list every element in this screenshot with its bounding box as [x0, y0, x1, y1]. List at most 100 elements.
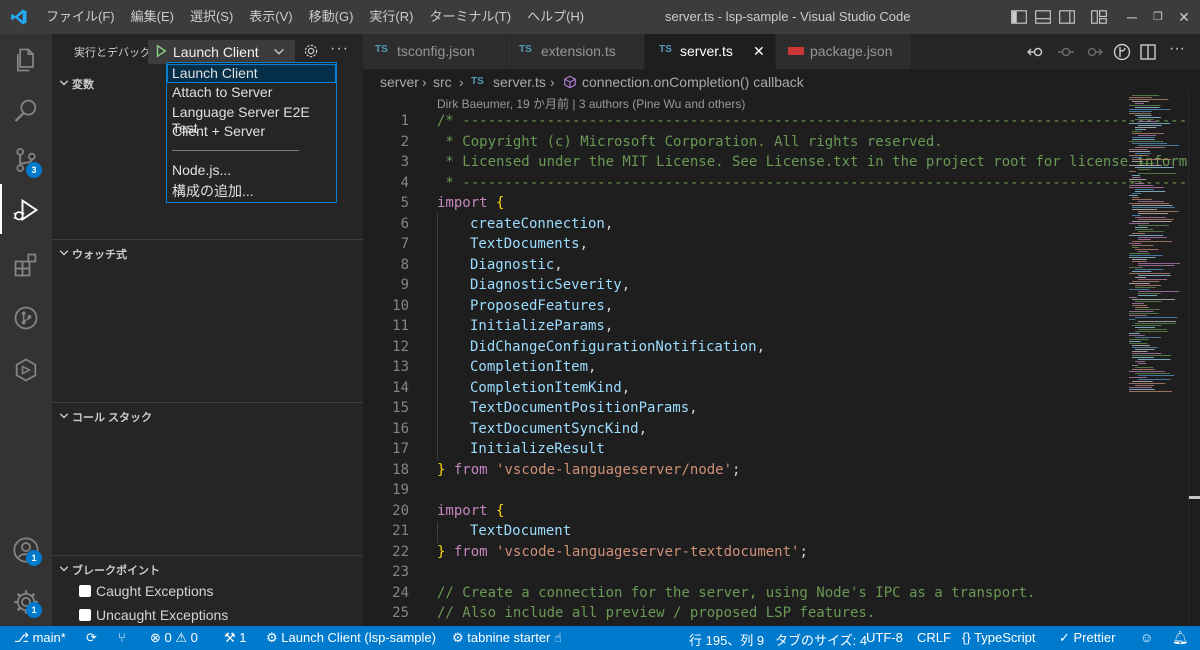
- chevron-down-icon: [59, 566, 69, 572]
- line-number: 1: [400, 113, 409, 129]
- menu-go[interactable]: 移動(G): [301, 0, 362, 34]
- explorer-button[interactable]: [0, 34, 52, 84]
- sync-icon[interactable]: ⟳: [86, 630, 97, 646]
- go-forward-change-icon[interactable]: [1084, 42, 1104, 62]
- git-graph-button[interactable]: [0, 292, 52, 342]
- menu-terminal[interactable]: ターミナル(T): [421, 0, 519, 34]
- more-actions-icon[interactable]: ···: [330, 40, 349, 58]
- gear-icon[interactable]: [302, 42, 320, 60]
- close-window-button[interactable]: ✕: [1164, 0, 1200, 34]
- customize-layout-icon[interactable]: [1090, 8, 1108, 26]
- accounts-button[interactable]: 1: [0, 524, 52, 574]
- tab-package[interactable]: package.json: [776, 34, 912, 69]
- code-line: * --------------------------------------…: [437, 175, 1200, 191]
- language-mode[interactable]: {} TypeScript: [962, 630, 1035, 645]
- run-debug-button[interactable]: [0, 184, 52, 234]
- menu-run[interactable]: 実行(R): [361, 0, 421, 34]
- menu-file[interactable]: ファイル(F): [38, 0, 123, 34]
- line-number: 5: [400, 195, 409, 211]
- ports-item[interactable]: ⚒ 1: [224, 630, 247, 646]
- encoding[interactable]: UTF-8: [866, 630, 903, 645]
- debug-view-title: 実行とデバッグ: [74, 47, 151, 59]
- config-option-client-server[interactable]: Client + Server: [167, 122, 336, 141]
- line-number: 10: [392, 298, 409, 314]
- breadcrumb-item[interactable]: src: [433, 74, 452, 90]
- code-line: CompletionItem,: [470, 359, 597, 375]
- tab-tsconfig[interactable]: TS tsconfig.json: [363, 34, 507, 69]
- code-line: import {: [437, 195, 505, 211]
- tab-label: extension.ts: [541, 43, 616, 59]
- open-changes-icon[interactable]: [1056, 42, 1076, 62]
- breadcrumb-item[interactable]: connection.onCompletion() callback: [582, 74, 804, 90]
- debug-status-item[interactable]: ⚙ Launch Client (lsp-sample): [266, 630, 436, 646]
- menu-edit[interactable]: 編集(E): [123, 0, 182, 34]
- code-editor[interactable]: 1 2 3 4 5 6 7 8 9 10 11 12 13 14 15 16 1…: [363, 110, 1200, 626]
- uncaught-exceptions-label: Uncaught Exceptions: [96, 607, 229, 623]
- debug-config-dropdown: Launch Client Attach to Server Language …: [166, 62, 337, 203]
- source-control-button[interactable]: 3: [0, 134, 52, 184]
- extensions-icon: [14, 253, 37, 277]
- line-number: 3: [400, 154, 409, 170]
- cube-icon: [15, 358, 37, 382]
- line-number: 19: [392, 482, 409, 498]
- breakpoints-section-header[interactable]: ブレークポイント: [52, 558, 363, 580]
- git-lens-icon[interactable]: [1112, 42, 1132, 62]
- problems-item[interactable]: ⊗ 0 ⚠ 0: [150, 630, 198, 646]
- config-option-attach-server[interactable]: Attach to Server: [167, 83, 336, 102]
- breadcrumb-item[interactable]: server: [380, 74, 419, 90]
- toggle-secondary-sidebar-icon[interactable]: [1058, 8, 1076, 26]
- watch-section-header[interactable]: ウォッチ式: [52, 242, 363, 264]
- manage-button[interactable]: 1: [0, 576, 52, 626]
- config-option-nodejs[interactable]: Node.js...: [167, 161, 336, 180]
- scrollbar-thumb[interactable]: [1189, 496, 1200, 499]
- caught-exceptions-checkbox[interactable]: [79, 585, 91, 597]
- line-number: 2: [400, 134, 409, 150]
- go-back-change-icon[interactable]: [1026, 42, 1046, 62]
- menu-view[interactable]: 表示(V): [241, 0, 300, 34]
- search-button[interactable]: [0, 84, 52, 134]
- cursor-position[interactable]: 行 195、列 9: [689, 630, 764, 649]
- typescript-icon: TS: [659, 44, 672, 55]
- npm-icon: [788, 47, 804, 55]
- prettier-item[interactable]: ✓ Prettier: [1059, 630, 1115, 646]
- tab-server[interactable]: TS server.ts ✕: [645, 34, 776, 69]
- uncaught-exceptions-checkbox[interactable]: [79, 609, 91, 621]
- split-editor-icon[interactable]: [1138, 42, 1158, 62]
- vertical-scrollbar[interactable]: [1188, 93, 1200, 626]
- config-option-launch-client[interactable]: Launch Client: [167, 64, 336, 83]
- debug-config-select[interactable]: Launch Client: [148, 40, 295, 64]
- config-option-e2e-test[interactable]: Language Server E2E Test: [167, 103, 336, 136]
- line-number: 23: [392, 564, 409, 580]
- start-debugging-icon[interactable]: [154, 44, 168, 58]
- menu-bar: ファイル(F) 編集(E) 選択(S) 表示(V) 移動(G) 実行(R) ター…: [38, 0, 592, 34]
- code-line: InitializeResult: [470, 441, 605, 457]
- tab-extension[interactable]: TS extension.ts: [507, 34, 645, 69]
- line-ending[interactable]: CRLF: [917, 630, 951, 645]
- menu-help[interactable]: ヘルプ(H): [519, 0, 592, 34]
- feedback-icon[interactable]: ☺: [1140, 630, 1153, 645]
- line-number: 11: [392, 318, 409, 334]
- code-line: * Licensed under the MIT License. See Li…: [437, 154, 1200, 170]
- more-actions-icon[interactable]: ···: [1169, 40, 1185, 58]
- notifications-bell-icon[interactable]: 🔔︎: [1172, 630, 1189, 646]
- git-graph-status-icon[interactable]: ⑂: [118, 630, 126, 645]
- extensions-button[interactable]: [0, 239, 52, 289]
- close-tab-icon[interactable]: ✕: [753, 43, 765, 60]
- code-line: createConnection,: [470, 216, 614, 232]
- tabnine-item[interactable]: ⚙ tabnine starter ☝: [452, 630, 562, 646]
- code-line: * Copyright (c) Microsoft Corporation. A…: [437, 134, 943, 150]
- chevron-down-icon: [59, 413, 69, 419]
- minimap[interactable]: [1123, 93, 1188, 626]
- toggle-primary-sidebar-icon[interactable]: [1010, 8, 1028, 26]
- tab-size[interactable]: タブのサイズ: 4: [775, 630, 867, 649]
- line-number: 25: [392, 605, 409, 621]
- typescript-icon: TS: [375, 44, 388, 55]
- callstack-section-header[interactable]: コール スタック: [52, 405, 363, 427]
- breadcrumb-item[interactable]: server.ts: [493, 74, 546, 90]
- search-icon: [14, 99, 37, 122]
- config-option-add-config[interactable]: 構成の追加...: [167, 180, 336, 199]
- remote-explorer-button[interactable]: [0, 344, 52, 394]
- branch-item[interactable]: ⎇ main*: [14, 630, 66, 646]
- toggle-panel-icon[interactable]: [1034, 8, 1052, 26]
- menu-selection[interactable]: 選択(S): [182, 0, 241, 34]
